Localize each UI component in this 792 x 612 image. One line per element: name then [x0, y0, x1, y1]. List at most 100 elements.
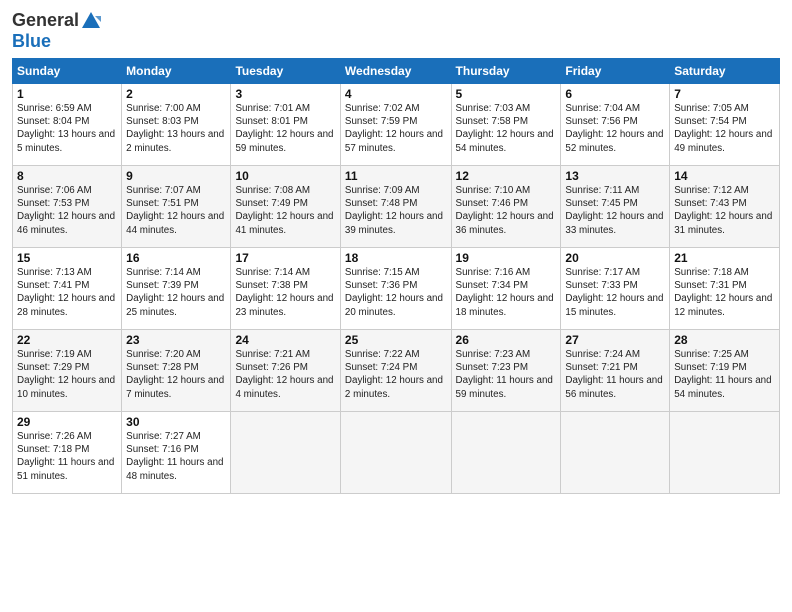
weekday-header-sunday: Sunday [13, 59, 122, 84]
day-number: 30 [126, 415, 226, 429]
logo: General Blue [12, 10, 102, 52]
calendar-week-5: 29Sunrise: 7:26 AMSunset: 7:18 PMDayligh… [13, 412, 780, 494]
calendar-cell: 26 Sunrise: 7:23 AMSunset: 7:23 PMDayligh… [451, 330, 561, 412]
calendar-cell: 11 Sunrise: 7:09 AMSunset: 7:48 PMDayligh… [340, 166, 451, 248]
day-number: 10 [235, 169, 335, 183]
day-number: 19 [456, 251, 557, 265]
day-number: 24 [235, 333, 335, 347]
calendar-body: 1 Sunrise: 6:59 AMSunset: 8:04 PMDaylight… [13, 84, 780, 494]
calendar-cell: 29Sunrise: 7:26 AMSunset: 7:18 PMDayligh… [13, 412, 122, 494]
day-info: Sunrise: 7:14 AMSunset: 7:38 PMDaylight:… [235, 267, 333, 318]
day-info: Sunrise: 7:07 AMSunset: 7:51 PMDaylight:… [126, 185, 224, 236]
day-info: Sunrise: 7:05 AMSunset: 7:54 PMDaylight:… [674, 103, 772, 154]
calendar-cell [340, 412, 451, 494]
calendar-week-1: 1 Sunrise: 6:59 AMSunset: 8:04 PMDaylight… [13, 84, 780, 166]
day-number: 3 [235, 87, 335, 101]
calendar-week-2: 8 Sunrise: 7:06 AMSunset: 7:53 PMDaylight… [13, 166, 780, 248]
day-info: Sunrise: 7:03 AMSunset: 7:58 PMDaylight:… [456, 103, 554, 154]
day-number: 20 [565, 251, 665, 265]
weekday-header-thursday: Thursday [451, 59, 561, 84]
calendar-cell [231, 412, 340, 494]
weekday-header-tuesday: Tuesday [231, 59, 340, 84]
day-info: Sunrise: 7:20 AMSunset: 7:28 PMDaylight:… [126, 349, 224, 400]
day-info: Sunrise: 7:19 AMSunset: 7:29 PMDaylight:… [17, 349, 115, 400]
calendar-cell: 18Sunrise: 7:15 AMSunset: 7:36 PMDayligh… [340, 248, 451, 330]
day-number: 2 [126, 87, 226, 101]
day-number: 8 [17, 169, 117, 183]
day-info: Sunrise: 7:04 AMSunset: 7:56 PMDaylight:… [565, 103, 663, 154]
day-number: 26 [456, 333, 557, 347]
calendar-cell [561, 412, 670, 494]
calendar-cell: 7 Sunrise: 7:05 AMSunset: 7:54 PMDaylight… [670, 84, 780, 166]
calendar-cell: 17 Sunrise: 7:14 AMSunset: 7:38 PMDayligh… [231, 248, 340, 330]
day-number: 22 [17, 333, 117, 347]
calendar-cell: 14 Sunrise: 7:12 AMSunset: 7:43 PMDayligh… [670, 166, 780, 248]
day-number: 18 [345, 251, 447, 265]
calendar-cell: 8 Sunrise: 7:06 AMSunset: 7:53 PMDaylight… [13, 166, 122, 248]
calendar-cell: 10 Sunrise: 7:08 AMSunset: 7:49 PMDayligh… [231, 166, 340, 248]
day-number: 17 [235, 251, 335, 265]
day-number: 29 [17, 415, 117, 429]
calendar-cell [670, 412, 780, 494]
calendar-cell: 22 Sunrise: 7:19 AMSunset: 7:29 PMDayligh… [13, 330, 122, 412]
calendar-cell: 16 Sunrise: 7:14 AMSunset: 7:39 PMDayligh… [122, 248, 231, 330]
day-number: 27 [565, 333, 665, 347]
calendar-cell: 12Sunrise: 7:10 AMSunset: 7:46 PMDayligh… [451, 166, 561, 248]
day-number: 16 [126, 251, 226, 265]
day-number: 9 [126, 169, 226, 183]
calendar-week-4: 22 Sunrise: 7:19 AMSunset: 7:29 PMDayligh… [13, 330, 780, 412]
day-info: Sunrise: 7:14 AMSunset: 7:39 PMDaylight:… [126, 267, 224, 318]
day-info: Sunrise: 7:02 AMSunset: 7:59 PMDaylight:… [345, 103, 443, 154]
day-number: 25 [345, 333, 447, 347]
day-info: Sunrise: 7:17 AMSunset: 7:33 PMDaylight:… [565, 267, 663, 318]
day-info: Sunrise: 7:06 AMSunset: 7:53 PMDaylight:… [17, 185, 115, 236]
calendar-cell: 1 Sunrise: 6:59 AMSunset: 8:04 PMDaylight… [13, 84, 122, 166]
day-number: 5 [456, 87, 557, 101]
day-number: 4 [345, 87, 447, 101]
day-info: Sunrise: 7:16 AMSunset: 7:34 PMDaylight:… [456, 267, 554, 318]
day-number: 1 [17, 87, 117, 101]
calendar-cell: 9 Sunrise: 7:07 AMSunset: 7:51 PMDaylight… [122, 166, 231, 248]
calendar-cell: 23 Sunrise: 7:20 AMSunset: 7:28 PMDayligh… [122, 330, 231, 412]
day-number: 14 [674, 169, 775, 183]
day-info: Sunrise: 7:21 AMSunset: 7:26 PMDaylight:… [235, 349, 333, 400]
day-number: 11 [345, 169, 447, 183]
day-info: Sunrise: 7:27 AMSunset: 7:16 PMDaylight:… [126, 431, 223, 482]
day-number: 21 [674, 251, 775, 265]
logo-blue-text: Blue [12, 31, 51, 51]
day-number: 15 [17, 251, 117, 265]
logo-general-text: General [12, 11, 79, 31]
calendar-cell: 5 Sunrise: 7:03 AMSunset: 7:58 PMDaylight… [451, 84, 561, 166]
day-info: Sunrise: 7:25 AMSunset: 7:19 PMDaylight:… [674, 349, 771, 400]
calendar-cell: 27Sunrise: 7:24 AMSunset: 7:21 PMDayligh… [561, 330, 670, 412]
calendar-cell: 15 Sunrise: 7:13 AMSunset: 7:41 PMDayligh… [13, 248, 122, 330]
day-number: 23 [126, 333, 226, 347]
calendar-cell: 6 Sunrise: 7:04 AMSunset: 7:56 PMDaylight… [561, 84, 670, 166]
day-info: Sunrise: 7:13 AMSunset: 7:41 PMDaylight:… [17, 267, 115, 318]
day-info: Sunrise: 7:10 AMSunset: 7:46 PMDaylight:… [456, 185, 554, 236]
calendar-cell: 21 Sunrise: 7:18 AMSunset: 7:31 PMDayligh… [670, 248, 780, 330]
calendar-cell: 25 Sunrise: 7:22 AMSunset: 7:24 PMDayligh… [340, 330, 451, 412]
day-info: Sunrise: 7:12 AMSunset: 7:43 PMDaylight:… [674, 185, 772, 236]
day-info: Sunrise: 7:23 AMSunset: 7:23 PMDaylight:… [456, 349, 553, 400]
calendar-table: SundayMondayTuesdayWednesdayThursdayFrid… [12, 58, 780, 494]
calendar-cell: 3Sunrise: 7:01 AMSunset: 8:01 PMDaylight… [231, 84, 340, 166]
header: General Blue [12, 10, 780, 52]
day-info: Sunrise: 7:08 AMSunset: 7:49 PMDaylight:… [235, 185, 333, 236]
day-info: Sunrise: 7:22 AMSunset: 7:24 PMDaylight:… [345, 349, 443, 400]
day-info: Sunrise: 7:09 AMSunset: 7:48 PMDaylight:… [345, 185, 443, 236]
day-info: Sunrise: 7:00 AMSunset: 8:03 PMDaylight:… [126, 103, 224, 154]
day-number: 28 [674, 333, 775, 347]
day-number: 6 [565, 87, 665, 101]
calendar-cell: 4 Sunrise: 7:02 AMSunset: 7:59 PMDaylight… [340, 84, 451, 166]
weekday-header-friday: Friday [561, 59, 670, 84]
day-info: Sunrise: 7:18 AMSunset: 7:31 PMDaylight:… [674, 267, 772, 318]
day-number: 7 [674, 87, 775, 101]
calendar-cell: 13 Sunrise: 7:11 AMSunset: 7:45 PMDayligh… [561, 166, 670, 248]
calendar-cell: 28 Sunrise: 7:25 AMSunset: 7:19 PMDayligh… [670, 330, 780, 412]
day-info: Sunrise: 7:11 AMSunset: 7:45 PMDaylight:… [565, 185, 663, 236]
calendar-week-3: 15 Sunrise: 7:13 AMSunset: 7:41 PMDayligh… [13, 248, 780, 330]
day-number: 13 [565, 169, 665, 183]
day-info: Sunrise: 6:59 AMSunset: 8:04 PMDaylight:… [17, 103, 115, 154]
calendar-cell [451, 412, 561, 494]
